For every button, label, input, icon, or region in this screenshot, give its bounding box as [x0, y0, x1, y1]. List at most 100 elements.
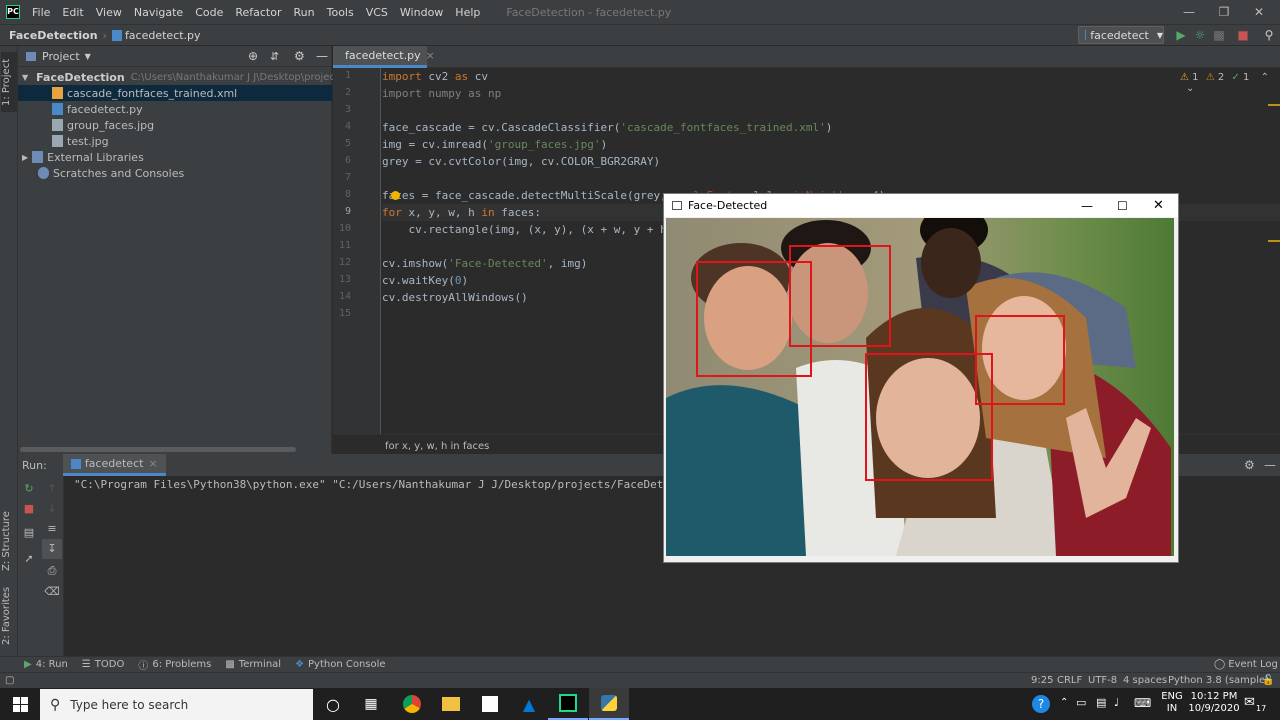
rerun-icon[interactable]: ↻ — [19, 479, 39, 499]
window-title: FaceDetection - facedetect.py — [506, 5, 672, 19]
menu-vcs[interactable]: VCS — [360, 6, 394, 19]
print-icon[interactable]: ⎙ — [42, 561, 62, 581]
hide-icon[interactable]: — — [316, 49, 328, 63]
language-indicator[interactable]: ENG IN — [1160, 691, 1184, 715]
close-icon[interactable]: ✕ — [1153, 198, 1164, 213]
project-view-select[interactable]: Project — [42, 50, 80, 63]
menu-window[interactable]: Window — [394, 6, 449, 19]
volume-icon[interactable]: ♩ — [1114, 696, 1119, 709]
indent-setting[interactable]: 4 spaces — [1123, 675, 1167, 686]
windows-start-icon[interactable] — [0, 688, 40, 720]
expand-arrow-icon[interactable]: ▼ — [22, 73, 28, 82]
close-icon[interactable]: ✕ — [1242, 0, 1276, 24]
network-icon[interactable]: ▤ — [1096, 696, 1106, 709]
inspection-widget[interactable]: ⚠ 1 ⚠ 2 ✓ 1 ⌃ ⌄ — [1180, 72, 1280, 94]
menu-refactor[interactable]: Refactor — [229, 6, 287, 19]
scroll-to-end-icon[interactable]: ↧ — [42, 539, 62, 559]
file-encoding[interactable]: UTF-8 — [1088, 675, 1117, 686]
tray-chevron-icon[interactable]: ⌃ — [1060, 697, 1068, 708]
soft-wrap-icon[interactable]: ≡ — [42, 519, 62, 539]
menu-view[interactable]: View — [90, 6, 128, 19]
pin-icon[interactable]: ➚ — [19, 549, 39, 569]
tree-item-py[interactable]: facedetect.py — [18, 101, 332, 117]
maximize-icon[interactable]: ❐ — [1207, 0, 1241, 24]
run-tab[interactable]: facedetect × — [62, 454, 166, 476]
gear-icon[interactable]: ⚙ — [1244, 458, 1255, 472]
run-config-select[interactable]: facedetect ▼ — [1078, 26, 1164, 44]
hide-icon[interactable]: — — [1264, 458, 1276, 472]
menu-code[interactable]: Code — [189, 6, 229, 19]
minimize-icon[interactable]: — — [1081, 199, 1093, 213]
tree-item-xml[interactable]: cascade_fontfaces_trained.xml — [18, 85, 332, 101]
close-tab-icon[interactable]: × — [148, 457, 157, 470]
taskbar-search-input[interactable]: ⚲ Type here to search — [40, 689, 313, 720]
face-detected-window[interactable]: Face-Detected — ☐ ✕ — [663, 193, 1179, 563]
battery-icon[interactable]: ▭ — [1076, 696, 1086, 709]
tree-scratches[interactable]: Scratches and Consoles — [18, 165, 332, 181]
task-view-icon[interactable]: ▦ — [351, 688, 391, 720]
event-log-button[interactable]: ◯ Event Log — [1214, 659, 1278, 670]
up-icon[interactable]: ↑ — [42, 479, 62, 499]
chevron-down-icon[interactable]: ▼ — [85, 52, 91, 61]
menu-run[interactable]: Run — [288, 6, 321, 19]
cortana-icon[interactable]: ○ — [313, 688, 353, 720]
chevron-up-icon[interactable]: ⌃ — [1261, 72, 1269, 83]
tab-run[interactable]: ▶ 4: Run — [24, 659, 68, 670]
gear-icon[interactable]: ⚙ — [294, 49, 305, 63]
locate-icon[interactable]: ⊕ — [248, 49, 258, 63]
intention-bulb-icon[interactable] — [391, 191, 400, 200]
azure-icon[interactable]: ▲ — [509, 688, 549, 720]
lock-icon[interactable]: 🔓 — [1262, 675, 1274, 686]
line-separator[interactable]: CRLF — [1057, 675, 1082, 686]
tab-problems[interactable]: ⓘ 6: Problems — [138, 657, 211, 672]
tree-item-group-jpg[interactable]: group_faces.jpg — [18, 117, 332, 133]
notification-icon[interactable]: ✉ — [1244, 695, 1255, 710]
tab-python-console[interactable]: ❖ Python Console — [295, 659, 386, 670]
tab-terminal[interactable]: ▩ Terminal — [225, 659, 281, 670]
trash-icon[interactable]: ⌫ — [42, 582, 62, 602]
layout-icon[interactable]: ▢ — [5, 675, 14, 686]
breadcrumb-project[interactable]: FaceDetection — [9, 29, 98, 42]
store-icon[interactable] — [470, 688, 510, 720]
tree-root[interactable]: ▼ FaceDetection C:\Users\Nanthakumar J J… — [18, 69, 378, 85]
help-icon[interactable]: ? — [1021, 688, 1061, 720]
collapse-icon[interactable]: ⇵ — [270, 50, 279, 63]
debug-icon[interactable]: ☼ — [1193, 28, 1207, 42]
pycharm-taskbar-icon[interactable] — [548, 688, 588, 720]
horizontal-scrollbar[interactable] — [20, 447, 296, 452]
menu-file[interactable]: File — [26, 6, 56, 19]
menu-help[interactable]: Help — [449, 6, 486, 19]
tree-external-libraries[interactable]: ▶ External Libraries — [18, 149, 332, 165]
breadcrumb-file[interactable]: facedetect.py — [125, 29, 201, 42]
interpreter-select[interactable]: Python 3.8 (sample) — [1168, 675, 1269, 686]
tab-facedetect[interactable]: facedetect.py × — [333, 46, 435, 68]
project-tool-tab[interactable]: 1: Project — [1, 52, 17, 112]
tab-todo[interactable]: ☰ TODO — [82, 659, 125, 670]
chrome-icon[interactable] — [392, 688, 432, 720]
search-icon[interactable]: ⚲ — [1262, 28, 1276, 42]
stop-icon[interactable]: ■ — [1236, 28, 1250, 42]
caret-position[interactable]: 9:25 — [1031, 675, 1053, 686]
file-explorer-icon[interactable] — [431, 688, 471, 720]
close-tab-icon[interactable]: × — [426, 49, 435, 62]
menu-tools[interactable]: Tools — [321, 6, 360, 19]
menu-navigate[interactable]: Navigate — [128, 6, 189, 19]
chevron-down-icon[interactable]: ⌄ — [1186, 83, 1194, 94]
python-taskbar-icon[interactable] — [589, 688, 629, 720]
down-icon[interactable]: ↓ — [42, 499, 62, 519]
minimize-icon[interactable]: — — [1172, 0, 1206, 24]
clock[interactable]: 10:12 PM 10/9/2020 — [1188, 691, 1240, 715]
favorites-tool-tab[interactable]: 2: Favorites — [1, 584, 17, 648]
line-number: 6 — [344, 155, 351, 166]
keyboard-icon[interactable]: ⌨ — [1134, 696, 1151, 710]
run-icon[interactable]: ▶ — [1174, 28, 1188, 42]
tree-item-test-jpg[interactable]: test.jpg — [18, 133, 332, 149]
structure-tool-tab[interactable]: Z: Structure — [1, 506, 17, 576]
popup-title-bar[interactable]: Face-Detected — ☐ ✕ — [664, 194, 1178, 217]
maximize-icon[interactable]: ☐ — [1117, 199, 1128, 213]
coverage-icon[interactable]: ▩ — [1212, 28, 1226, 42]
expand-arrow-icon[interactable]: ▶ — [22, 153, 28, 162]
stop-icon[interactable]: ■ — [19, 499, 39, 519]
layout-icon[interactable]: ▤ — [19, 523, 39, 543]
menu-edit[interactable]: Edit — [56, 6, 89, 19]
